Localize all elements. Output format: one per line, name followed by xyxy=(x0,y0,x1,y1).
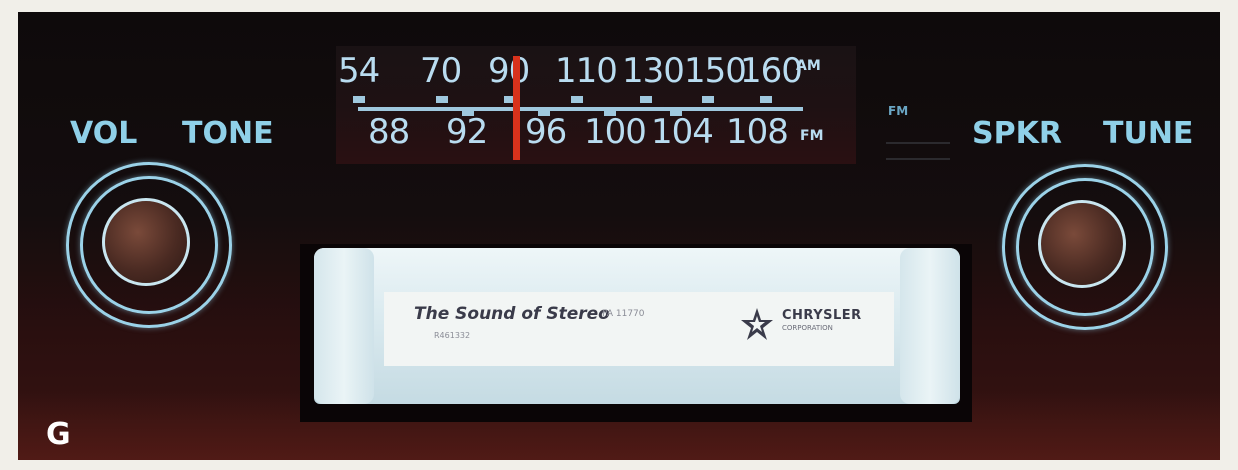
vol-label: VOL xyxy=(70,116,138,151)
fm-indicator-label: FM xyxy=(888,104,909,118)
speaker-tune-knob[interactable] xyxy=(1002,164,1168,330)
brand-name: CHRYSLER xyxy=(782,308,862,323)
am-scale-130: 130 xyxy=(622,51,685,91)
knob-cap xyxy=(102,198,190,286)
fm-scale-100: 100 xyxy=(584,112,647,152)
tone-label: TONE xyxy=(182,116,274,151)
fm-band-label: FM xyxy=(800,128,824,144)
cartridge-label: The Sound of Stereo PA 11770 R461332 CHR… xyxy=(384,292,894,366)
dial-tick xyxy=(571,96,583,103)
dial-tick xyxy=(436,96,448,103)
fm-scale-92: 92 xyxy=(446,112,488,152)
dial-tick xyxy=(702,96,714,103)
dial-tick xyxy=(640,96,652,103)
pentastar-logo-icon xyxy=(741,308,773,340)
fm-scale-88: 88 xyxy=(368,112,410,152)
am-band-label: AM xyxy=(796,58,821,74)
eight-track-cartridge[interactable]: The Sound of Stereo PA 11770 R461332 CHR… xyxy=(314,248,960,404)
am-scale-110: 110 xyxy=(555,51,618,91)
cartridge-code-secondary: R461332 xyxy=(434,331,471,340)
tuning-needle xyxy=(513,56,520,160)
am-scale-90: 90 xyxy=(488,51,530,91)
dial-tick xyxy=(760,96,772,103)
brand-subtitle: CORPORATION xyxy=(782,324,833,332)
fm-scale-104: 104 xyxy=(651,112,714,152)
radio-photo: 54 70 90 110 130 150 160 AM 88 92 96 100… xyxy=(18,12,1220,460)
fm-scale-108: 108 xyxy=(726,112,789,152)
cartridge-title: The Sound of Stereo xyxy=(414,304,610,324)
figure-letter: G xyxy=(46,417,71,452)
am-scale-150: 150 xyxy=(684,51,747,91)
cartridge-code: PA 11770 xyxy=(602,309,645,319)
am-scale-160: 160 xyxy=(740,51,803,91)
fm-scale-96: 96 xyxy=(525,112,567,152)
dial-scale-line xyxy=(358,107,803,111)
knob-cap xyxy=(1038,200,1126,288)
cartridge-left-end xyxy=(314,248,374,404)
cartridge-right-end xyxy=(900,248,960,404)
spkr-label: SPKR xyxy=(972,116,1062,151)
fm-indicator-bar xyxy=(886,142,950,144)
fm-indicator-bar xyxy=(886,158,950,160)
am-scale-54: 54 xyxy=(338,51,380,91)
am-scale-70: 70 xyxy=(420,51,462,91)
dial-tick xyxy=(353,96,365,103)
volume-tone-knob[interactable] xyxy=(66,162,232,328)
tune-label: TUNE xyxy=(1103,116,1194,151)
